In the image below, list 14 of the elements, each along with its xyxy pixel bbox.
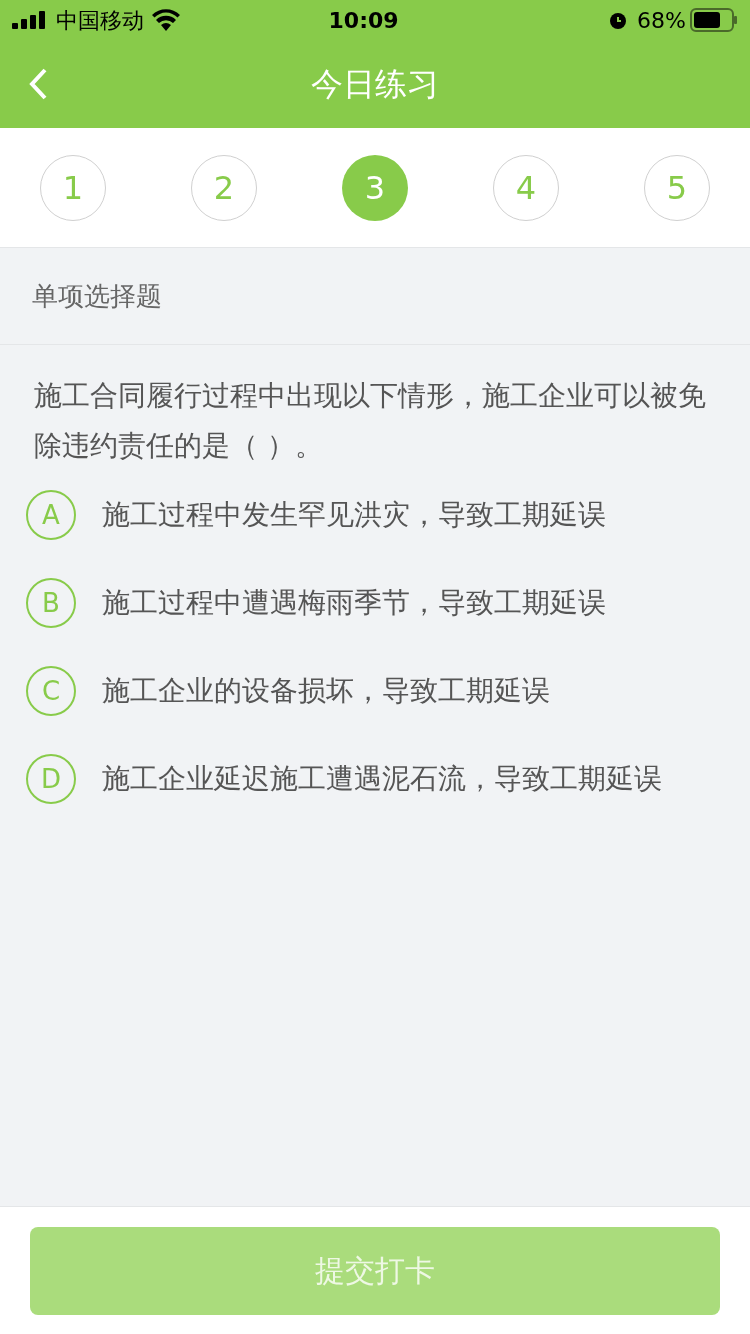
question-number-tab[interactable]: 3: [342, 154, 408, 221]
answer-option[interactable]: D 施工企业延迟施工遭遇泥石流，导致工期延误: [0, 735, 750, 823]
wifi-icon: [152, 9, 180, 31]
page-title: 今日练习: [311, 64, 439, 105]
question-text: 施工合同履行过程中出现以下情形，施工企业可以被免除违约责任的是（ ）。: [33, 378, 707, 464]
signal-icon: [12, 11, 48, 29]
answer-option[interactable]: B 施工过程中遭遇梅雨季节，导致工期延误: [0, 559, 750, 647]
clock-time: 10:09: [327, 6, 400, 35]
battery-percent: 68%: [637, 6, 686, 35]
carrier-name: 中国移动: [56, 6, 144, 35]
battery-icon: [690, 8, 738, 32]
answer-option[interactable]: C 施工企业的设备损坏，导致工期延误: [0, 647, 750, 735]
section-heading: 单项选择题: [32, 279, 162, 313]
answer-option[interactable]: A 施工过程中发生罕见洪灾，导致工期延误: [0, 471, 750, 559]
